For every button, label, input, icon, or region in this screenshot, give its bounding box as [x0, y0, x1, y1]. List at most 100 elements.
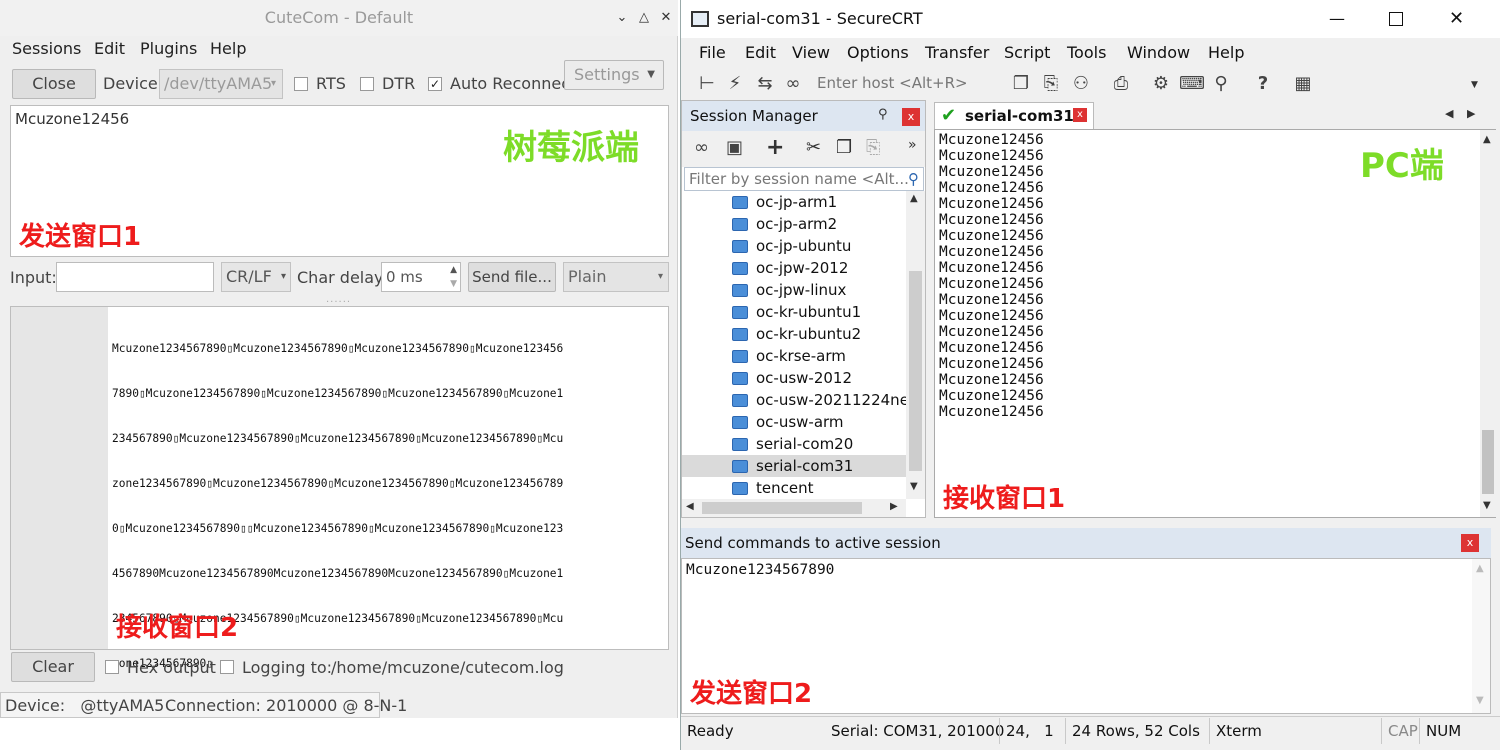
splitter-handle[interactable]: ...... — [326, 294, 351, 305]
menu-transfer[interactable]: Transfer — [925, 40, 989, 66]
session-item[interactable]: serial-com20 — [682, 433, 906, 455]
tab-serial-com31[interactable]: ✔ serial-com31 x — [934, 102, 1094, 130]
session-item[interactable]: tencent — [682, 477, 906, 499]
chevron-down-icon[interactable]: ▼ — [910, 481, 918, 492]
close-icon[interactable]: x — [1073, 108, 1087, 122]
filter-input[interactable]: Filter by session name <Alt... ⚲ — [684, 167, 924, 191]
session-item[interactable]: oc-kr-ubuntu1 — [682, 301, 906, 323]
rts-checkbox[interactable] — [294, 77, 308, 91]
reconnect-icon[interactable]: ⇆ — [753, 72, 777, 96]
receive-text-area[interactable]: Mcuzone1234567890▯Mcuzone1234567890▯Mcuz… — [108, 307, 668, 670]
menu-plugins[interactable]: Plugins — [140, 36, 197, 62]
send-scrollbar[interactable]: ▲ ▼ — [1472, 559, 1490, 713]
window-icon[interactable]: ▣ — [726, 137, 743, 158]
close-icon[interactable]: ✕ — [656, 8, 676, 28]
chevron-right-icon[interactable]: » — [908, 137, 917, 153]
link-icon[interactable]: ∞ — [694, 137, 709, 158]
chevron-left-icon[interactable]: ◀ — [686, 501, 694, 512]
session-item[interactable]: oc-kr-ubuntu2 — [682, 323, 906, 345]
chevron-left-icon[interactable]: ◀ — [1445, 107, 1453, 120]
print-icon[interactable]: ⎙ — [1109, 72, 1133, 96]
settings-label: Settings — [574, 65, 640, 84]
menu-window[interactable]: Window — [1127, 40, 1190, 66]
close-icon[interactable]: x — [902, 108, 920, 126]
keymap-icon[interactable]: ⌨ — [1179, 72, 1205, 96]
format-value: Plain — [568, 267, 607, 286]
hex-output-checkbox[interactable] — [105, 660, 119, 674]
settings-button[interactable]: Settings ▼ — [564, 60, 664, 90]
paste-icon[interactable]: ⎘ — [1039, 72, 1063, 96]
terminal-scrollbar[interactable]: ▲ ▼ — [1480, 130, 1496, 517]
menu-tools[interactable]: Tools — [1067, 40, 1106, 66]
send-window-1[interactable]: Mcuzone12456 树莓派端 发送窗口1 — [10, 105, 669, 257]
format-select[interactable]: Plain ▾ — [563, 262, 669, 292]
quick-connect-icon[interactable]: ⚡ — [723, 72, 747, 96]
pin-icon[interactable]: ⚲ — [878, 107, 888, 122]
scroll-thumb[interactable] — [1482, 430, 1494, 494]
session-hscrollbar[interactable]: ◀ ▶ — [682, 499, 906, 517]
chevron-up-icon[interactable]: ▲ — [1476, 563, 1484, 574]
chevron-up-icon[interactable]: ▲ — [910, 193, 918, 204]
help-icon[interactable]: ? — [1251, 72, 1275, 96]
maximize-icon[interactable] — [1389, 12, 1403, 26]
send-commands-area[interactable]: Mcuzone1234567890 ▲ ▼ 发送窗口2 — [681, 558, 1491, 714]
menu-sessions[interactable]: Sessions — [12, 36, 81, 62]
menu-script[interactable]: Script — [1004, 40, 1050, 66]
paste-icon[interactable]: ⎘ — [866, 137, 880, 158]
session-item[interactable]: oc-jp-arm2 — [682, 213, 906, 235]
menu-view[interactable]: View — [792, 40, 830, 66]
logging-checkbox[interactable] — [220, 660, 234, 674]
session-item[interactable]: oc-jp-ubuntu — [682, 235, 906, 257]
copy-icon[interactable]: ❐ — [1009, 72, 1033, 96]
chevron-down-icon[interactable]: ▼ — [1471, 80, 1478, 90]
hscroll-thumb[interactable] — [702, 502, 862, 514]
chevron-up-icon[interactable]: ▲ — [1483, 134, 1491, 145]
session-item[interactable]: oc-krse-arm — [682, 345, 906, 367]
session-item-selected[interactable]: serial-com31 — [682, 455, 906, 477]
session-item[interactable]: oc-usw-arm — [682, 411, 906, 433]
session-item[interactable]: oc-jp-arm1 — [682, 191, 906, 213]
device-select[interactable]: /dev/ttyAMA5 ▾ — [159, 69, 283, 99]
close-icon[interactable]: x — [1461, 534, 1479, 552]
close-icon[interactable]: ✕ — [1449, 0, 1464, 38]
menu-help[interactable]: Help — [1208, 40, 1244, 66]
chevron-down-icon[interactable]: ▼ — [1476, 695, 1484, 706]
find-icon[interactable]: ⚇ — [1069, 72, 1093, 96]
key-icon[interactable]: ⚲ — [1209, 72, 1233, 96]
menu-edit[interactable]: Edit — [745, 40, 776, 66]
copy-icon[interactable]: ❐ — [836, 137, 852, 158]
gear-icon[interactable]: ⚙ — [1149, 72, 1173, 96]
send-file-button[interactable]: Send file... — [468, 262, 556, 292]
clear-button[interactable]: Clear — [11, 652, 95, 682]
menu-help[interactable]: Help — [210, 36, 246, 62]
receive-window-2[interactable]: Mcuzone1234567890▯Mcuzone1234567890▯Mcuz… — [10, 306, 669, 670]
chevron-down-icon[interactable]: ⌄ — [612, 8, 632, 28]
session-item[interactable]: oc-jpw-2012 — [682, 257, 906, 279]
spin-down-icon[interactable]: ▼ — [450, 270, 457, 298]
input-field[interactable] — [56, 262, 214, 292]
cut-icon[interactable]: ✂ — [806, 137, 821, 158]
connect-icon[interactable]: ⊢ — [695, 72, 719, 96]
map-icon[interactable]: ▦ — [1291, 72, 1315, 96]
scroll-thumb[interactable] — [909, 271, 922, 471]
menu-options[interactable]: Options — [847, 40, 909, 66]
enter-host-field[interactable]: Enter host <Alt+R> — [817, 74, 968, 92]
session-scrollbar[interactable]: ▲ ▼ — [906, 191, 925, 499]
menu-edit[interactable]: Edit — [94, 36, 125, 62]
line-end-select[interactable]: CR/LF ▾ — [221, 262, 291, 292]
session-item[interactable]: oc-usw-2012 — [682, 367, 906, 389]
chevron-right-icon[interactable]: ▶ — [890, 501, 898, 512]
link-icon[interactable]: ∞ — [781, 72, 805, 96]
char-delay-spinbox[interactable]: 0 ms ▲ ▼ — [381, 262, 461, 292]
dtr-checkbox[interactable] — [360, 77, 374, 91]
chevron-down-icon[interactable]: ▼ — [1483, 500, 1491, 511]
menu-file[interactable]: File — [699, 40, 726, 66]
maximize-icon[interactable]: △ — [634, 8, 654, 28]
add-icon[interactable]: + — [766, 135, 784, 160]
session-item[interactable]: oc-usw-20211224ne — [682, 389, 906, 411]
chevron-right-icon[interactable]: ▶ — [1467, 107, 1475, 120]
auto-reconnect-checkbox[interactable]: ✓ — [428, 77, 442, 91]
close-button[interactable]: Close — [12, 69, 96, 99]
session-item[interactable]: oc-jpw-linux — [682, 279, 906, 301]
minimize-icon[interactable]: — — [1329, 0, 1345, 38]
